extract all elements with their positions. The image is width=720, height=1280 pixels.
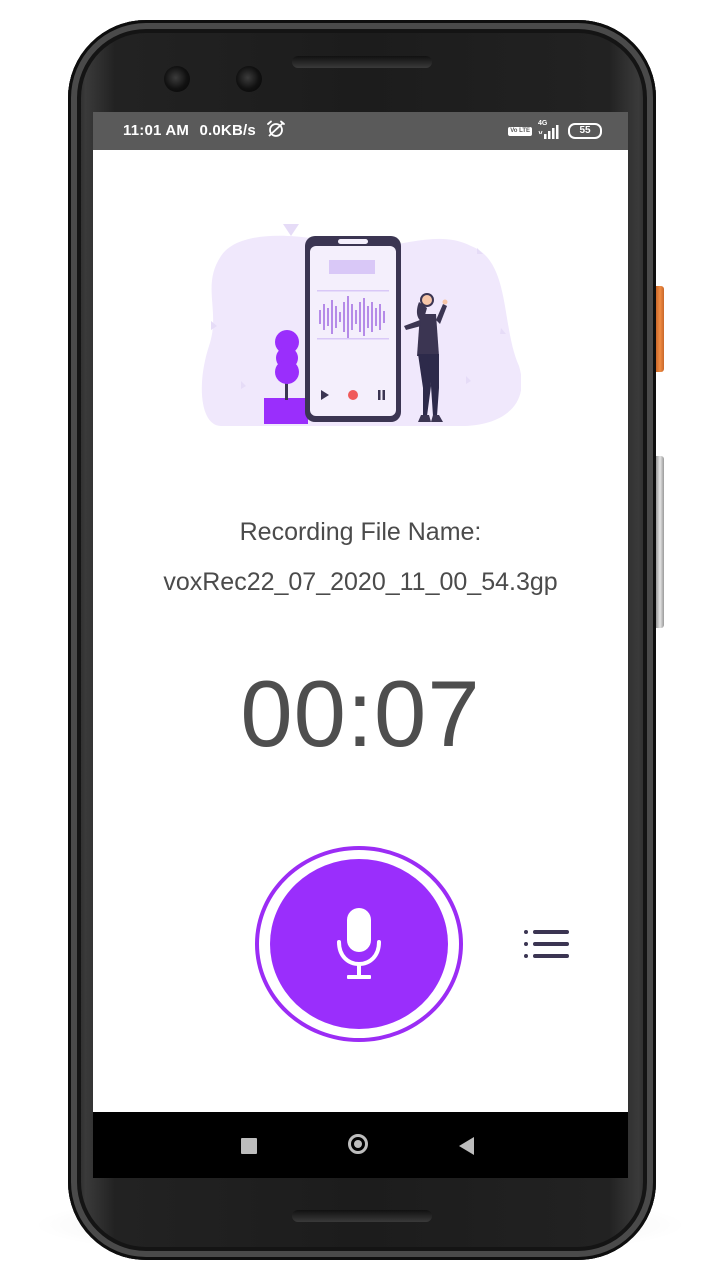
status-speed: 0.0KB/s bbox=[199, 122, 256, 139]
alarm-off-icon bbox=[267, 120, 286, 137]
bottom-speaker bbox=[292, 1210, 432, 1222]
screen: 11:01 AM 0.0KB/s Vo LTE 4G 55 Recording … bbox=[93, 112, 628, 1178]
status-bar: 11:01 AM 0.0KB/s Vo LTE 4G 55 bbox=[93, 112, 628, 150]
volume-button bbox=[656, 456, 664, 628]
navigation-bar bbox=[93, 1112, 628, 1178]
front-camera-icon bbox=[164, 66, 190, 92]
recordings-list-button[interactable] bbox=[517, 924, 573, 964]
status-time: 11:01 AM bbox=[123, 122, 190, 139]
volte-icon: Vo LTE bbox=[508, 126, 532, 136]
record-button[interactable] bbox=[255, 846, 463, 1042]
earpiece-speaker bbox=[292, 56, 432, 68]
recording-file-name: voxRec22_07_2020_11_00_54.3gp bbox=[163, 568, 558, 596]
front-sensor-icon bbox=[236, 66, 262, 92]
status-left: 11:01 AM 0.0KB/s bbox=[123, 112, 286, 150]
back-triangle-icon[interactable] bbox=[459, 1137, 474, 1155]
power-button bbox=[656, 286, 664, 372]
status-right: Vo LTE 4G 55 bbox=[508, 120, 602, 141]
microphone-icon bbox=[337, 908, 381, 979]
list-icon bbox=[524, 930, 569, 958]
signal-4g-icon: 4G bbox=[538, 120, 562, 140]
recording-timer: 00:07 bbox=[240, 661, 481, 766]
recording-illustration bbox=[201, 224, 521, 426]
record-button-fill bbox=[270, 859, 448, 1029]
recents-square-icon[interactable] bbox=[241, 1138, 257, 1154]
home-circle-icon[interactable] bbox=[348, 1134, 368, 1154]
recording-file-label: Recording File Name: bbox=[239, 518, 482, 546]
battery-icon: 55 bbox=[568, 123, 602, 139]
